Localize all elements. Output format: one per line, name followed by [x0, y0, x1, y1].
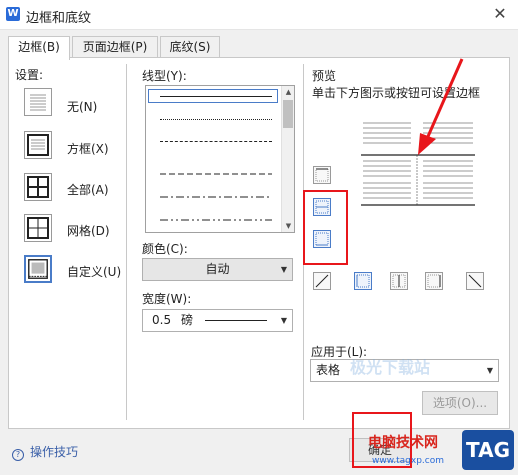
settings-heading: 设置: [15, 68, 44, 82]
line-style-solid[interactable] [160, 96, 272, 97]
width-select[interactable]: 0.5 磅 ▼ [142, 309, 293, 332]
color-heading: 颜色(C): [142, 242, 188, 256]
scroll-down-icon[interactable]: ▼ [282, 220, 294, 232]
line-style-scrollbar[interactable]: ▲ ▼ [281, 86, 294, 232]
tab-page-border[interactable]: 页面边框(P) [72, 36, 158, 58]
tab-border[interactable]: 边框(B) [8, 36, 70, 60]
options-button[interactable]: 选项(O)... [422, 391, 498, 415]
watermark: 电脑技术网 www.tagxp.com TAG [362, 428, 518, 475]
setting-box-label[interactable]: 方框(X) [67, 140, 109, 157]
color-value: 自动 [205, 262, 230, 276]
close-button[interactable]: ✕ [490, 4, 510, 24]
watermark-text: 电脑技术网 [368, 435, 438, 451]
preview-heading: 预览 [312, 69, 337, 83]
chevron-down-icon: ▼ [486, 366, 493, 375]
wps-logo-icon: W [6, 7, 20, 21]
scroll-up-icon[interactable]: ▲ [282, 86, 294, 98]
watermark-faint-text: 极光下载站 [350, 358, 431, 377]
setting-all-label[interactable]: 全部(A) [67, 181, 109, 198]
border-top-button[interactable] [313, 166, 331, 184]
line-style-dash-dot[interactable] [160, 164, 272, 175]
color-select[interactable]: 自动 ▼ [142, 258, 293, 281]
apply-to-value: 表格 [316, 363, 341, 377]
dialog-title: 边框和底纹 [26, 11, 92, 26]
line-style-dashed[interactable] [160, 141, 272, 142]
divider-left [126, 64, 127, 420]
setting-grid-label[interactable]: 网格(D) [67, 222, 110, 239]
none-border-icon[interactable] [24, 88, 52, 116]
watermark-tag: TAG [462, 430, 514, 470]
all-border-icon[interactable] [24, 173, 52, 201]
width-line-sample [205, 320, 267, 321]
chevron-down-icon: ▼ [280, 316, 287, 325]
width-value: 0.5 [152, 313, 172, 327]
tips-link[interactable]: ? 操作技巧 [12, 443, 78, 461]
setting-custom-label[interactable]: 自定义(U) [67, 263, 121, 280]
custom-border-icon[interactable] [24, 255, 52, 283]
border-right-button[interactable] [425, 272, 443, 290]
grid-border-icon[interactable] [24, 214, 52, 242]
tab-shading[interactable]: 底纹(S) [160, 36, 220, 58]
border-inside-vertical-button[interactable] [390, 272, 408, 290]
help-circle-icon: ? [12, 449, 24, 461]
title-bar: W 边框和底纹 ✕ [0, 0, 518, 30]
chevron-down-icon: ▼ [280, 265, 287, 274]
line-style-dotted[interactable] [160, 119, 272, 120]
watermark-url: www.tagxp.com [372, 456, 444, 466]
border-diagonal-up-button[interactable] [313, 272, 331, 290]
border-left-button[interactable] [354, 272, 372, 290]
line-style-list[interactable]: ▲ ▼ [145, 85, 295, 233]
line-style-dash-dot-dot[interactable] [160, 187, 272, 198]
width-unit: 磅 [181, 313, 194, 327]
scroll-thumb[interactable] [283, 100, 293, 128]
box-border-icon[interactable] [24, 131, 52, 159]
highlight-box-left [303, 190, 348, 265]
border-diagonal-down-button[interactable] [466, 272, 484, 290]
tips-label: 操作技巧 [30, 445, 79, 459]
line-style-heading: 线型(Y): [142, 69, 187, 83]
annotation-arrow-icon [418, 58, 464, 155]
setting-none-label[interactable]: 无(N) [67, 98, 97, 115]
width-heading: 宽度(W): [142, 292, 192, 306]
line-style-long-dash[interactable] [160, 210, 272, 221]
